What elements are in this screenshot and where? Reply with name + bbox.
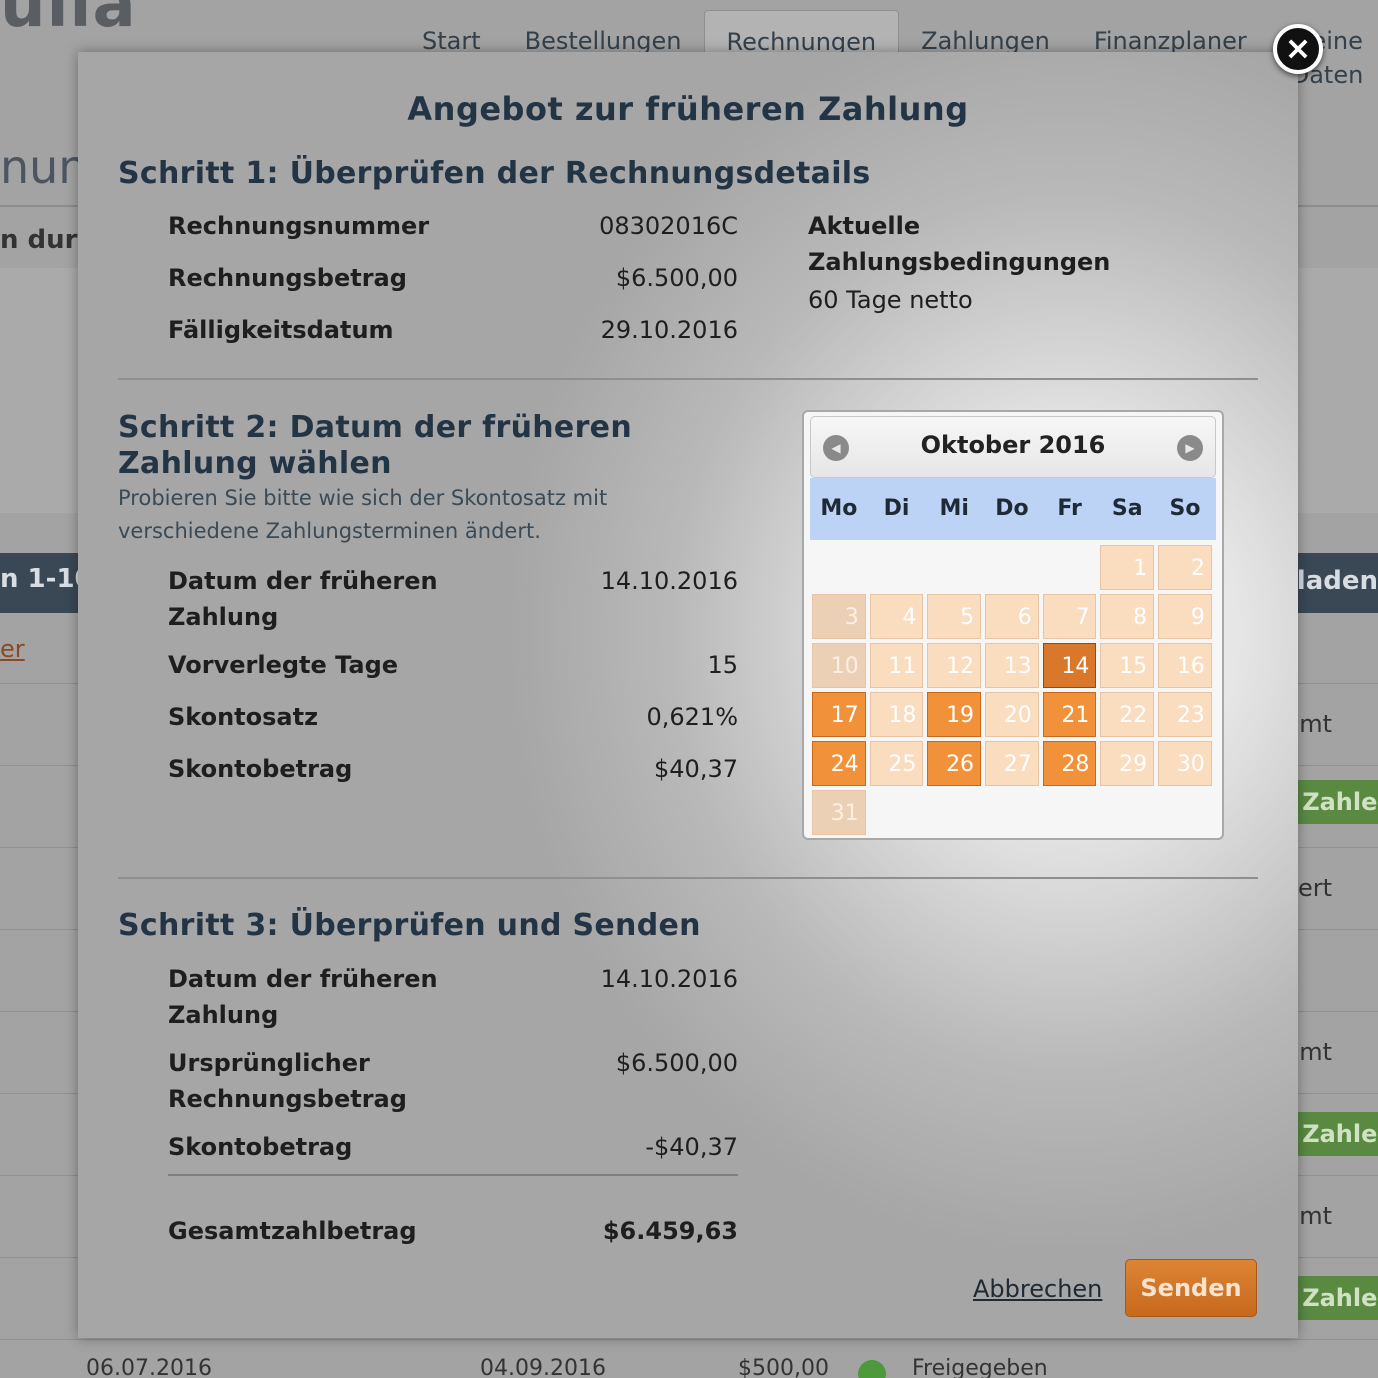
invoice-amount-label: Rechnungsbetrag xyxy=(168,264,407,292)
invoice-amount-value: $6.500,00 xyxy=(615,264,738,292)
calendar-grid: 1 2 3 4 5 6 7 8 9 10 11 12 13 14 15 16 17 18 19 20 21 22 23 24 2… xyxy=(810,543,1216,837)
calendar-day: 10 xyxy=(812,643,866,688)
early-payment-dialog: Angebot zur früheren Zahlung Schritt 1: … xyxy=(78,52,1298,1338)
total-divider xyxy=(168,1174,738,1176)
calendar-day: 23 xyxy=(1158,692,1212,737)
days-advanced-value: 15 xyxy=(707,651,738,679)
weekday-label: Do xyxy=(995,496,1029,521)
weekday-label: Mi xyxy=(939,496,969,521)
chevron-right-icon[interactable]: ▶ xyxy=(1177,435,1203,461)
calendar-day: 18 xyxy=(869,692,924,737)
calendar-day[interactable]: 28 xyxy=(1042,741,1097,786)
calendar-day: 13 xyxy=(985,643,1039,688)
discount-amount-value: $40,37 xyxy=(654,755,738,783)
section-divider xyxy=(118,877,1258,879)
payment-terms-value: 60 Tage netto xyxy=(808,286,973,314)
total-value: $6.459,63 xyxy=(602,1217,738,1245)
cancel-link[interactable]: Abbrechen xyxy=(973,1275,1102,1303)
summary-date-value: 14.10.2016 xyxy=(600,965,738,993)
calendar-day: 31 xyxy=(812,790,866,835)
summary-date-label: Datum der früheren Zahlung xyxy=(168,965,438,1029)
calendar-day: 20 xyxy=(985,692,1039,737)
app-logo: ulla xyxy=(0,0,137,42)
calendar-day: 2 xyxy=(1158,545,1212,590)
weekday-label: Fr xyxy=(1057,496,1082,521)
weekday-label: Mo xyxy=(820,496,858,521)
step3-title: Schritt 3: Überprüfen und Senden xyxy=(118,908,701,943)
date-picker: ◀ Oktober 2016 ▶ Mo Di Mi Do Fr Sa So 12… xyxy=(802,410,1224,840)
calendar-month: Oktober 2016 xyxy=(920,431,1106,459)
calendar-day: 8 xyxy=(1100,594,1155,639)
calendar-day: 12 xyxy=(927,643,982,688)
summary-discount-value: -$40,37 xyxy=(645,1133,738,1161)
calendar-day: 7 xyxy=(1042,594,1097,639)
calendar-day-selected[interactable]: 14 xyxy=(1042,643,1097,688)
calendar-day: 22 xyxy=(1100,692,1155,737)
weekday-label: So xyxy=(1169,496,1201,521)
cell-amount: $500,00 xyxy=(738,1356,829,1378)
calendar-day: 27 xyxy=(985,741,1039,786)
dialog-title: Angebot zur früheren Zahlung xyxy=(407,90,969,128)
section-divider xyxy=(118,378,1258,380)
close-icon[interactable]: × xyxy=(1273,24,1323,74)
calendar-day: 1 xyxy=(1100,545,1155,590)
calendar-day: 4 xyxy=(869,594,924,639)
due-date-label: Fälligkeitsdatum xyxy=(168,316,394,344)
calendar-day[interactable]: 24 xyxy=(812,741,866,786)
step2-title: Schritt 2: Datum der früheren Zahlung wä… xyxy=(118,410,632,481)
summary-discount-label: Skontobetrag xyxy=(168,1133,353,1161)
calendar-empty-cell xyxy=(812,545,866,590)
cell-status: Freigegeben xyxy=(912,1356,1048,1378)
payment-terms-label: Aktuelle Zahlungsbedingungen xyxy=(808,212,1111,276)
step1-title: Schritt 1: Überprüfen der Rechnungsdetai… xyxy=(118,156,871,191)
calendar-day: 5 xyxy=(927,594,982,639)
calendar-day: 3 xyxy=(812,594,866,639)
filter-link[interactable]: er xyxy=(0,635,25,663)
calendar-day[interactable]: 19 xyxy=(927,692,982,737)
weekday-label: Di xyxy=(883,496,910,521)
discount-amount-label: Skontobetrag xyxy=(168,755,353,783)
calendar-day: 29 xyxy=(1100,741,1155,786)
early-date-value: 14.10.2016 xyxy=(600,567,738,595)
calendar-day: 30 xyxy=(1158,741,1212,786)
status-text: ert xyxy=(1297,874,1332,902)
invoice-number-value: 08302016C xyxy=(599,212,738,240)
calendar-day[interactable]: 21 xyxy=(1042,692,1097,737)
calendar-day: 16 xyxy=(1158,643,1212,688)
invoice-number-label: Rechnungsnummer xyxy=(168,212,430,240)
calendar-day[interactable]: 26 xyxy=(927,741,982,786)
cell-date: 04.09.2016 xyxy=(480,1356,606,1378)
calendar-empty-cell xyxy=(927,545,981,590)
calendar-day: 11 xyxy=(869,643,924,688)
calendar-day: 6 xyxy=(985,594,1039,639)
calendar-empty-cell xyxy=(870,545,924,590)
download-link[interactable]: rladen xyxy=(1284,566,1378,596)
due-date-value: 29.10.2016 xyxy=(600,316,738,344)
calendar-day: 15 xyxy=(1100,643,1155,688)
discount-rate-value: 0,621% xyxy=(646,703,738,731)
send-button[interactable]: Senden xyxy=(1125,1259,1257,1317)
discount-rate-label: Skontosatz xyxy=(168,703,319,731)
calendar-day: 25 xyxy=(869,741,924,786)
original-amount-label: Ursprünglicher Rechnungsbetrag xyxy=(168,1049,407,1113)
early-date-label: Datum der früheren Zahlung xyxy=(168,567,438,631)
calendar-header: ◀ Oktober 2016 ▶ xyxy=(810,416,1216,478)
calendar-day[interactable]: 17 xyxy=(812,692,866,737)
calendar-empty-cell xyxy=(1043,545,1097,590)
calendar-weekdays: Mo Di Mi Do Fr Sa So xyxy=(810,478,1216,540)
original-amount-value: $6.500,00 xyxy=(615,1049,738,1077)
cell-date: 06.07.2016 xyxy=(86,1356,212,1378)
weekday-label: Sa xyxy=(1111,496,1143,521)
total-label: Gesamtzahlbetrag xyxy=(168,1217,417,1245)
calendar-day: 9 xyxy=(1158,594,1212,639)
days-advanced-label: Vorverlegte Tage xyxy=(168,651,399,679)
step2-description: Probieren Sie bitte wie sich der Skontos… xyxy=(118,486,608,543)
calendar-empty-cell xyxy=(985,545,1039,590)
